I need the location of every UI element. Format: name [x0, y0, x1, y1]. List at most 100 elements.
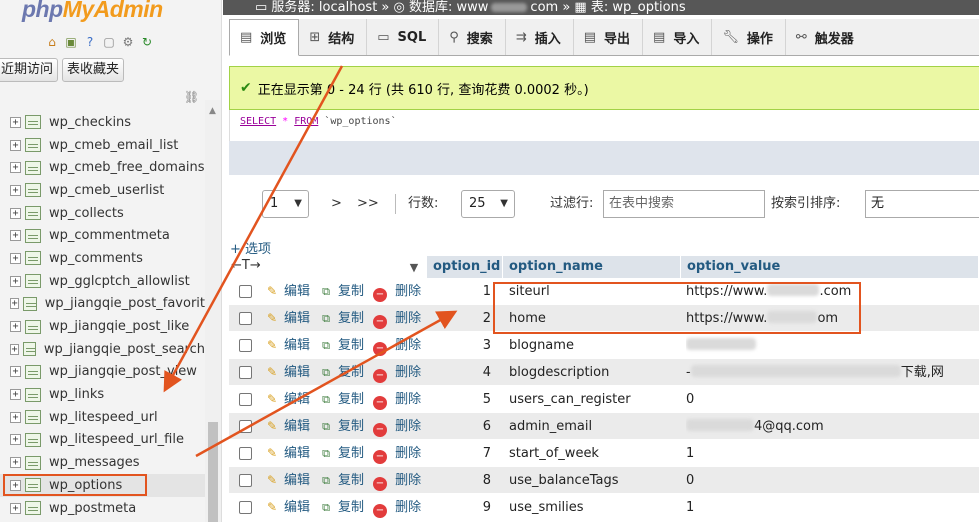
- breadcrumb-database-suffix[interactable]: com »: [530, 0, 570, 15]
- edit-button[interactable]: ✎ 编辑: [264, 278, 310, 305]
- tree-item-wp-jiangqie-post-favorit[interactable]: + wp_jiangqie_post_favorit: [0, 293, 205, 316]
- sort-by-index-select[interactable]: 无: [865, 190, 979, 218]
- column-header-option-id[interactable]: option_id: [427, 256, 503, 278]
- cell-option-id[interactable]: 8: [427, 467, 497, 494]
- expand-icon[interactable]: +: [10, 230, 21, 242]
- column-arrows[interactable]: ←T→: [231, 258, 261, 273]
- expand-icon[interactable]: +: [10, 298, 20, 310]
- help-icon[interactable]: ?: [82, 34, 98, 50]
- table-row[interactable]: ✎ 编辑 ⧉ 复制 − 删除 4 blogdescription - 下载,网: [229, 359, 979, 386]
- table-name[interactable]: wp_jiangqie_post_search: [44, 342, 205, 357]
- expand-icon[interactable]: +: [10, 389, 21, 401]
- cell-option-id[interactable]: 3: [427, 332, 497, 359]
- table-name[interactable]: wp_cmeb_free_domains: [49, 160, 205, 175]
- tree-item-wp-links[interactable]: + wp_links: [0, 383, 205, 406]
- sort-dropdown-icon[interactable]: ▼: [401, 257, 427, 278]
- cell-option-id[interactable]: 4: [427, 359, 497, 386]
- breadcrumb-server[interactable]: 服务器: localhost »: [271, 0, 389, 15]
- tree-item-wp-collects[interactable]: + wp_collects: [0, 202, 205, 225]
- table-name[interactable]: wp_collects: [49, 206, 124, 221]
- expand-icon[interactable]: +: [10, 321, 21, 333]
- tree-item-wp-cmeb-userlist[interactable]: + wp_cmeb_userlist: [0, 179, 205, 202]
- copy-button[interactable]: ⧉ 复制: [318, 359, 364, 386]
- table-row[interactable]: ✎ 编辑 ⧉ 复制 − 删除 9 use_smilies 1: [229, 494, 979, 521]
- copy-button[interactable]: ⧉ 复制: [318, 494, 364, 521]
- table-name[interactable]: wp_cmeb_userlist: [49, 183, 164, 198]
- copy-button[interactable]: ⧉ 复制: [318, 467, 364, 494]
- tab-insert[interactable]: ⇉ 插入: [506, 19, 574, 55]
- delete-button[interactable]: − 删除: [373, 440, 421, 467]
- row-checkbox[interactable]: [239, 447, 252, 460]
- tree-item-wp-cmeb-free-domains[interactable]: + wp_cmeb_free_domains: [0, 156, 205, 179]
- tab-export[interactable]: ▤ 导出: [574, 19, 644, 55]
- table-row[interactable]: ✎ 编辑 ⧉ 复制 − 删除 7 start_of_week 1: [229, 440, 979, 467]
- cell-option-id[interactable]: 1: [427, 278, 497, 305]
- last-page-button[interactable]: >>: [357, 190, 379, 218]
- cell-option-name[interactable]: use_smilies: [509, 494, 679, 521]
- delete-button[interactable]: − 删除: [373, 413, 421, 440]
- scroll-up-icon[interactable]: ▲: [209, 106, 216, 116]
- table-name[interactable]: wp_jiangqie_post_favorit: [45, 296, 205, 311]
- next-page-button[interactable]: >: [331, 190, 342, 218]
- table-name[interactable]: wp_commentmeta: [49, 228, 170, 243]
- cell-option-value[interactable]: [686, 332, 979, 359]
- breadcrumb-database[interactable]: 数据库: www: [409, 0, 488, 15]
- table-name[interactable]: wp_comments: [49, 251, 143, 266]
- recent-tables-button[interactable]: 近期访问: [0, 58, 59, 82]
- tree-item-wp-jiangqie-post-view[interactable]: + wp_jiangqie_post_view: [0, 361, 205, 384]
- expand-icon[interactable]: +: [10, 434, 21, 446]
- tree-item-wp-checkins[interactable]: + wp_checkins: [0, 111, 205, 134]
- delete-button[interactable]: − 删除: [373, 278, 421, 305]
- row-checkbox[interactable]: [239, 285, 252, 298]
- settings-icon[interactable]: ⚙: [120, 34, 136, 50]
- row-checkbox[interactable]: [239, 393, 252, 406]
- exit-icon[interactable]: ▣: [63, 34, 79, 50]
- tree-item-wp-litespeed-url[interactable]: + wp_litespeed_url: [0, 406, 205, 429]
- table-row[interactable]: ✎ 编辑 ⧉ 复制 − 删除 3 blogname: [229, 332, 979, 359]
- breadcrumb-table[interactable]: 表: wp_options: [591, 0, 686, 15]
- cell-option-id[interactable]: 6: [427, 413, 497, 440]
- rows-per-page-select[interactable]: 25 ▼: [461, 190, 515, 218]
- cell-option-value[interactable]: 4@qq.com: [686, 413, 979, 440]
- copy-button[interactable]: ⧉ 复制: [318, 305, 364, 332]
- delete-button[interactable]: − 删除: [373, 494, 421, 521]
- copy-button[interactable]: ⧉ 复制: [318, 440, 364, 467]
- edit-button[interactable]: ✎ 编辑: [264, 359, 310, 386]
- delete-button[interactable]: − 删除: [373, 305, 421, 332]
- tree-item-wp-jiangqie-post-like[interactable]: + wp_jiangqie_post_like: [0, 315, 205, 338]
- cell-option-name[interactable]: blogname: [509, 332, 679, 359]
- cell-option-value[interactable]: 1: [686, 440, 979, 467]
- tab-structure[interactable]: ⊞ 结构: [299, 19, 368, 55]
- expand-icon[interactable]: +: [10, 162, 21, 174]
- delete-button[interactable]: − 删除: [373, 467, 421, 494]
- tab-import[interactable]: ▤ 导入: [643, 19, 713, 55]
- delete-button[interactable]: − 删除: [373, 332, 421, 359]
- tree-item-wp-litespeed-url-file[interactable]: + wp_litespeed_url_file: [0, 429, 205, 452]
- edit-button[interactable]: ✎ 编辑: [264, 332, 310, 359]
- cell-option-name[interactable]: start_of_week: [509, 440, 679, 467]
- home-icon[interactable]: ⌂: [44, 34, 60, 50]
- copy-button[interactable]: ⧉ 复制: [318, 413, 364, 440]
- cell-option-name[interactable]: users_can_register: [509, 386, 679, 413]
- cell-option-id[interactable]: 9: [427, 494, 497, 521]
- expand-icon[interactable]: +: [10, 275, 21, 287]
- tree-item-wp-commentmeta[interactable]: + wp_commentmeta: [0, 224, 205, 247]
- table-name[interactable]: wp_postmeta: [49, 501, 136, 516]
- expand-icon[interactable]: +: [10, 252, 21, 264]
- expand-icon[interactable]: +: [10, 139, 21, 151]
- cell-option-name[interactable]: use_balanceTags: [509, 467, 679, 494]
- table-name[interactable]: wp_jiangqie_post_view: [49, 364, 197, 379]
- expand-icon[interactable]: +: [10, 343, 19, 355]
- copy-button[interactable]: ⧉ 复制: [318, 278, 364, 305]
- tree-item-wp-postmeta[interactable]: + wp_postmeta: [0, 497, 205, 520]
- row-checkbox[interactable]: [239, 339, 252, 352]
- edit-button[interactable]: ✎ 编辑: [264, 305, 310, 332]
- tree-item-wp-gglcptch-allowlist[interactable]: + wp_gglcptch_allowlist: [0, 270, 205, 293]
- table-name[interactable]: wp_gglcptch_allowlist: [49, 274, 190, 289]
- cell-option-id[interactable]: 5: [427, 386, 497, 413]
- cell-option-id[interactable]: 2: [427, 305, 497, 332]
- sidebar-scrollbar[interactable]: ▲: [205, 100, 221, 522]
- edit-button[interactable]: ✎ 编辑: [264, 413, 310, 440]
- tab-triggers[interactable]: ⚯ 触发器: [786, 19, 866, 55]
- page-select[interactable]: 1 ▼: [262, 190, 309, 218]
